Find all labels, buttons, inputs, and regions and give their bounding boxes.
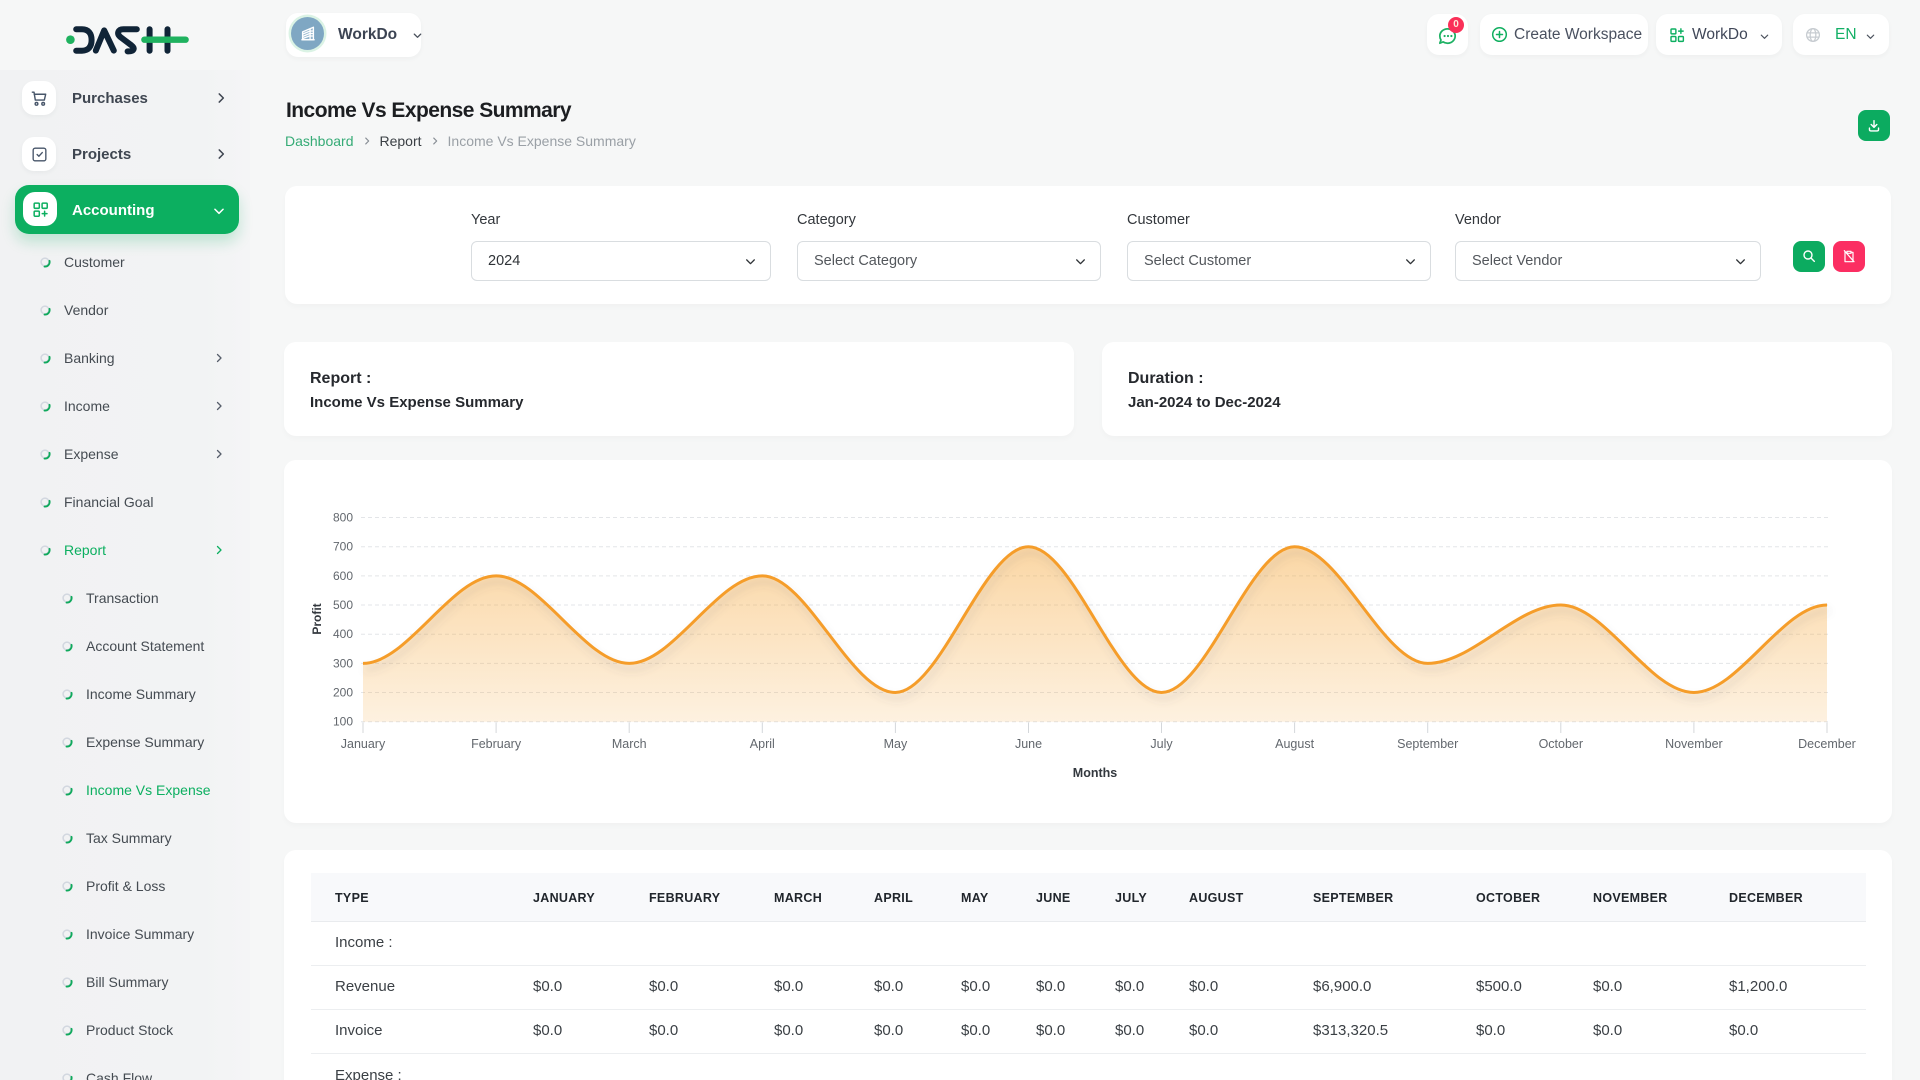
svg-text:January: January: [341, 737, 386, 751]
svg-text:October: October: [1539, 737, 1583, 751]
svg-text:300: 300: [333, 656, 353, 670]
svg-text:June: June: [1015, 737, 1042, 751]
svg-text:400: 400: [333, 627, 353, 641]
svg-text:Profit: Profit: [310, 603, 324, 634]
svg-text:March: March: [612, 737, 647, 751]
svg-text:May: May: [884, 737, 908, 751]
svg-text:August: August: [1275, 737, 1314, 751]
svg-text:200: 200: [333, 686, 353, 700]
svg-text:April: April: [750, 737, 775, 751]
svg-text:November: November: [1665, 737, 1723, 751]
svg-text:February: February: [471, 737, 522, 751]
svg-text:Months: Months: [1073, 766, 1117, 780]
svg-text:September: September: [1397, 737, 1458, 751]
svg-text:800: 800: [333, 511, 353, 525]
svg-text:July: July: [1150, 737, 1173, 751]
svg-text:700: 700: [333, 540, 353, 554]
svg-text:500: 500: [333, 598, 353, 612]
svg-text:December: December: [1798, 737, 1856, 751]
svg-text:100: 100: [333, 715, 353, 729]
svg-text:600: 600: [333, 569, 353, 583]
